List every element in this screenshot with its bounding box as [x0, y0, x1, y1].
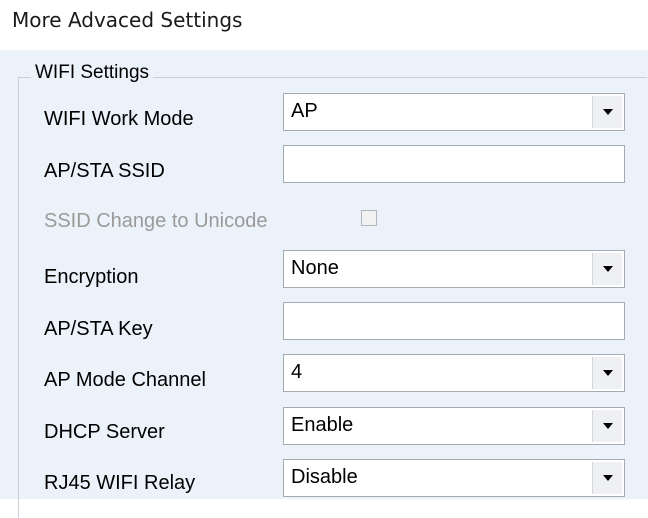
- group-title: WIFI Settings: [31, 62, 154, 84]
- dhcp-label: DHCP Server: [44, 421, 165, 443]
- dhcp-value: Enable: [291, 414, 354, 436]
- key-input[interactable]: [283, 302, 625, 340]
- relay-select[interactable]: Disable: [283, 459, 625, 497]
- dhcp-select[interactable]: Enable: [283, 407, 625, 445]
- encryption-label: Encryption: [44, 266, 139, 288]
- ssid-label: AP/STA SSID: [44, 160, 165, 182]
- ssid-input[interactable]: [283, 145, 625, 183]
- channel-dropdown-button[interactable]: [592, 357, 622, 389]
- work-mode-label: WIFI Work Mode: [44, 108, 194, 130]
- header: More Advaced Settings: [0, 0, 648, 50]
- relay-dropdown-button[interactable]: [592, 462, 622, 494]
- chevron-down-icon: [603, 109, 613, 115]
- page-title: More Advaced Settings: [12, 8, 243, 32]
- encryption-select[interactable]: None: [283, 250, 625, 288]
- unicode-checkbox: [361, 210, 377, 226]
- dhcp-dropdown-button[interactable]: [592, 410, 622, 442]
- wifi-settings-groupbox: [18, 77, 647, 518]
- chevron-down-icon: [603, 475, 613, 481]
- encryption-dropdown-button[interactable]: [592, 253, 622, 285]
- chevron-down-icon: [603, 370, 613, 376]
- relay-value: Disable: [291, 466, 358, 488]
- work-mode-value: AP: [291, 100, 318, 122]
- encryption-value: None: [291, 257, 339, 279]
- channel-value: 4: [291, 361, 303, 383]
- unicode-label: SSID Change to Unicode: [44, 210, 268, 232]
- key-label: AP/STA Key: [44, 318, 153, 340]
- channel-label: AP Mode Channel: [44, 369, 206, 391]
- work-mode-select[interactable]: AP: [283, 93, 625, 131]
- relay-label: RJ45 WIFI Relay: [44, 472, 196, 494]
- chevron-down-icon: [603, 423, 613, 429]
- wifi-settings-panel: WIFI Settings WIFI Work Mode AP AP/STA S…: [0, 50, 648, 518]
- chevron-down-icon: [603, 266, 613, 272]
- work-mode-dropdown-button[interactable]: [592, 96, 622, 128]
- channel-select[interactable]: 4: [283, 354, 625, 392]
